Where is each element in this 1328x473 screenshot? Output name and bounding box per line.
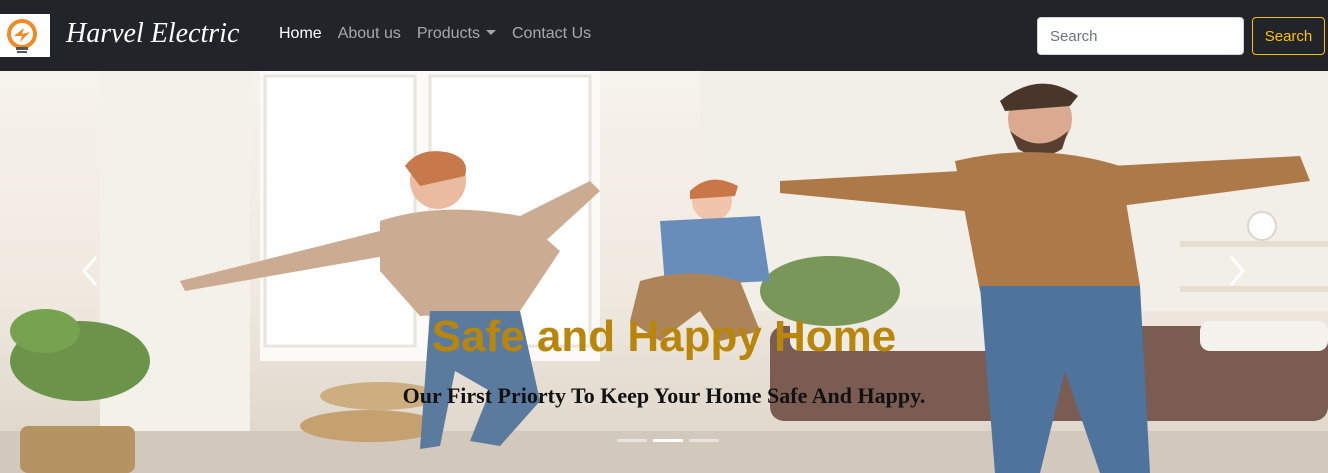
carousel-next-button[interactable] bbox=[1222, 251, 1252, 291]
search-input[interactable] bbox=[1037, 17, 1244, 55]
nav-link-products[interactable]: Products bbox=[417, 25, 496, 43]
navbar: Harvel Electric Home About us Products C… bbox=[0, 0, 1328, 71]
carousel-caption-title: Safe and Happy Home bbox=[431, 312, 897, 361]
brand-logo-icon[interactable] bbox=[0, 14, 50, 57]
hero-carousel: Safe and Happy Home Our First Priorty To… bbox=[0, 71, 1328, 473]
carousel-indicator-3[interactable] bbox=[689, 439, 719, 442]
brand-name[interactable]: Harvel Electric bbox=[66, 18, 239, 50]
carousel-indicator-2[interactable] bbox=[653, 439, 683, 442]
chevron-left-icon bbox=[82, 256, 98, 286]
nav-link-contact[interactable]: Contact Us bbox=[512, 25, 591, 43]
chevron-right-icon bbox=[1229, 256, 1245, 286]
carousel-indicator-1[interactable] bbox=[617, 439, 647, 442]
carousel-caption-subtitle: Our First Priorty To Keep Your Home Safe… bbox=[402, 383, 926, 408]
nav-links: Home About us Products Contact Us bbox=[279, 25, 607, 43]
hero-photo bbox=[0, 71, 1328, 473]
carousel-prev-button[interactable] bbox=[75, 251, 105, 291]
nav-link-about[interactable]: About us bbox=[338, 25, 401, 43]
nav-link-home[interactable]: Home bbox=[279, 25, 322, 43]
nav-link-products-label: Products bbox=[416, 25, 480, 42]
carousel-indicators bbox=[617, 439, 719, 442]
search-button[interactable]: Search bbox=[1252, 17, 1325, 55]
caret-down-icon bbox=[485, 30, 496, 35]
